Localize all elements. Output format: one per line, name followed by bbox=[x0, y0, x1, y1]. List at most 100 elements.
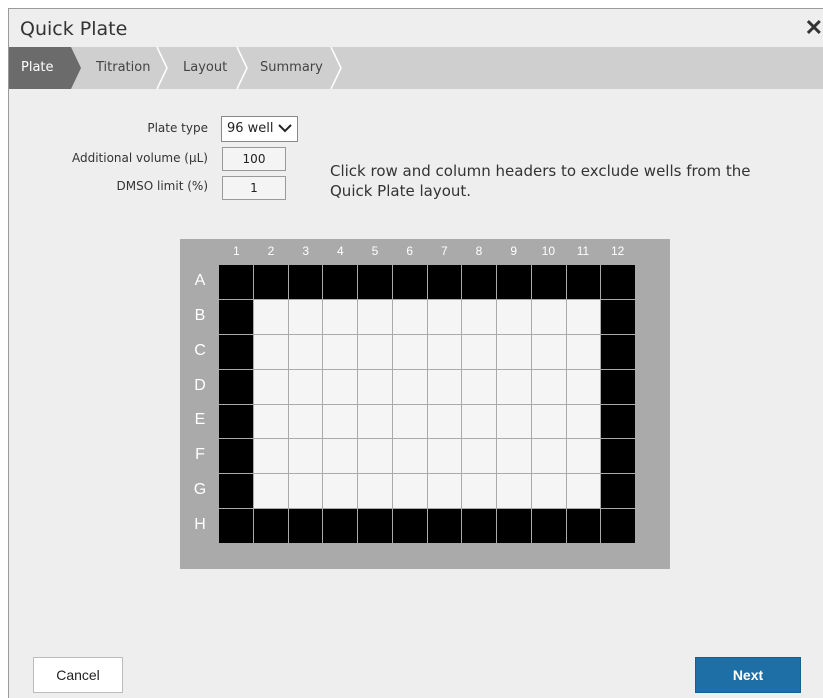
column-header[interactable]: 7 bbox=[427, 244, 461, 258]
well[interactable] bbox=[566, 404, 601, 439]
well-excluded[interactable] bbox=[601, 369, 635, 404]
well-excluded[interactable] bbox=[219, 439, 253, 474]
well[interactable] bbox=[497, 369, 531, 404]
well[interactable] bbox=[462, 439, 496, 474]
well[interactable] bbox=[358, 369, 392, 404]
column-header[interactable]: 5 bbox=[358, 244, 392, 258]
plate-type-select[interactable]: 96 well bbox=[221, 116, 298, 142]
well-excluded[interactable] bbox=[219, 299, 253, 334]
well[interactable] bbox=[427, 299, 462, 334]
well-excluded[interactable] bbox=[392, 265, 427, 299]
well-excluded[interactable] bbox=[566, 265, 601, 299]
well[interactable] bbox=[566, 474, 601, 509]
well[interactable] bbox=[358, 474, 392, 509]
well[interactable] bbox=[253, 369, 288, 404]
well[interactable] bbox=[531, 404, 566, 439]
well-excluded[interactable] bbox=[462, 265, 496, 299]
well[interactable] bbox=[427, 439, 462, 474]
well[interactable] bbox=[462, 404, 496, 439]
well[interactable] bbox=[288, 404, 323, 439]
column-header[interactable]: 9 bbox=[497, 244, 531, 258]
well-excluded[interactable] bbox=[497, 509, 531, 543]
well-excluded[interactable] bbox=[427, 509, 462, 543]
tab-plate[interactable]: Plate bbox=[21, 47, 54, 89]
well[interactable] bbox=[253, 439, 288, 474]
well[interactable] bbox=[323, 334, 357, 369]
well[interactable] bbox=[358, 404, 392, 439]
well[interactable] bbox=[566, 334, 601, 369]
well[interactable] bbox=[288, 369, 323, 404]
well-excluded[interactable] bbox=[601, 265, 635, 299]
well[interactable] bbox=[427, 474, 462, 509]
well[interactable] bbox=[253, 474, 288, 509]
well[interactable] bbox=[392, 334, 427, 369]
well[interactable] bbox=[531, 369, 566, 404]
well-excluded[interactable] bbox=[601, 509, 635, 543]
column-header[interactable]: 10 bbox=[531, 244, 565, 258]
well[interactable] bbox=[392, 474, 427, 509]
well[interactable] bbox=[392, 439, 427, 474]
well[interactable] bbox=[497, 404, 531, 439]
well[interactable] bbox=[323, 369, 357, 404]
column-header[interactable]: 12 bbox=[601, 244, 635, 258]
well[interactable] bbox=[566, 439, 601, 474]
well-excluded[interactable] bbox=[219, 265, 253, 299]
well[interactable] bbox=[531, 334, 566, 369]
close-icon[interactable]: ✕ bbox=[805, 15, 823, 41]
well-excluded[interactable] bbox=[462, 509, 496, 543]
well[interactable] bbox=[427, 404, 462, 439]
well-excluded[interactable] bbox=[219, 509, 253, 543]
tab-layout[interactable]: Layout bbox=[183, 47, 227, 89]
row-header[interactable]: G bbox=[185, 481, 215, 499]
column-header[interactable]: 8 bbox=[462, 244, 496, 258]
well-excluded[interactable] bbox=[392, 509, 427, 543]
well[interactable] bbox=[392, 404, 427, 439]
well[interactable] bbox=[392, 369, 427, 404]
well[interactable] bbox=[288, 474, 323, 509]
well-excluded[interactable] bbox=[531, 265, 566, 299]
well[interactable] bbox=[497, 299, 531, 334]
well[interactable] bbox=[253, 299, 288, 334]
well[interactable] bbox=[497, 334, 531, 369]
well-excluded[interactable] bbox=[531, 509, 566, 543]
well[interactable] bbox=[323, 474, 357, 509]
cancel-button[interactable]: Cancel bbox=[33, 657, 123, 693]
well[interactable] bbox=[462, 369, 496, 404]
well-excluded[interactable] bbox=[358, 509, 392, 543]
tab-titration[interactable]: Titration bbox=[96, 47, 150, 89]
well[interactable] bbox=[358, 334, 392, 369]
well[interactable] bbox=[358, 299, 392, 334]
well-excluded[interactable] bbox=[497, 265, 531, 299]
well[interactable] bbox=[531, 299, 566, 334]
well[interactable] bbox=[323, 404, 357, 439]
well-excluded[interactable] bbox=[219, 404, 253, 439]
row-header[interactable]: A bbox=[185, 272, 215, 290]
column-header[interactable]: 6 bbox=[393, 244, 427, 258]
well-excluded[interactable] bbox=[601, 334, 635, 369]
well-excluded[interactable] bbox=[601, 299, 635, 334]
well[interactable] bbox=[427, 334, 462, 369]
well[interactable] bbox=[358, 439, 392, 474]
well-excluded[interactable] bbox=[601, 404, 635, 439]
well[interactable] bbox=[462, 334, 496, 369]
dmso-limit-input[interactable]: 1 bbox=[222, 176, 286, 200]
well[interactable] bbox=[253, 334, 288, 369]
well-excluded[interactable] bbox=[219, 474, 253, 509]
row-header[interactable]: B bbox=[185, 307, 215, 325]
well-excluded[interactable] bbox=[601, 474, 635, 509]
column-header[interactable]: 11 bbox=[566, 244, 600, 258]
row-header[interactable]: D bbox=[185, 377, 215, 395]
next-button[interactable]: Next bbox=[695, 657, 801, 693]
row-header[interactable]: E bbox=[185, 411, 215, 429]
well-excluded[interactable] bbox=[219, 334, 253, 369]
column-header[interactable]: 4 bbox=[323, 244, 357, 258]
well[interactable] bbox=[566, 299, 601, 334]
well[interactable] bbox=[462, 299, 496, 334]
well[interactable] bbox=[531, 474, 566, 509]
well-excluded[interactable] bbox=[288, 509, 323, 543]
well-excluded[interactable] bbox=[253, 265, 288, 299]
row-header[interactable]: C bbox=[185, 342, 215, 360]
column-header[interactable]: 2 bbox=[254, 244, 288, 258]
well[interactable] bbox=[392, 299, 427, 334]
well-excluded[interactable] bbox=[601, 439, 635, 474]
